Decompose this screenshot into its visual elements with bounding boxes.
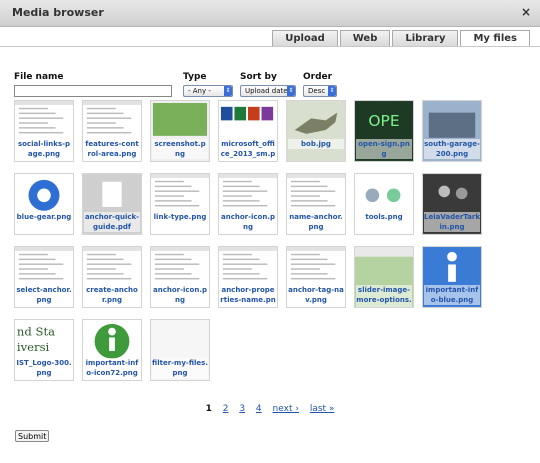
file-name-link[interactable]: blue-gear.png — [16, 212, 72, 222]
file-tile[interactable]: important-info-icon72.png — [82, 319, 142, 381]
file-tile[interactable]: features-control-area.png — [82, 100, 142, 162]
file-tile[interactable]: LeiaVaderTarkin.png — [422, 173, 482, 235]
file-name-link[interactable]: south-garage-200.png — [424, 139, 480, 159]
file-name-link[interactable]: anchor-quick-guide.pdf — [84, 212, 140, 232]
file-thumbnail — [287, 101, 345, 161]
next-page-link[interactable]: next › — [273, 404, 299, 414]
title-bar: Media browser × — [0, 0, 540, 27]
tab-my-files[interactable]: My files — [460, 30, 530, 46]
tab-divider — [0, 46, 540, 47]
file-name-link[interactable]: microsoft_office_2013_sm.png — [220, 139, 276, 161]
pager: 1 2 3 4 next › last » — [0, 404, 540, 414]
file-name-link[interactable]: create-anchor.png — [84, 285, 140, 305]
file-tile[interactable]: select-anchor.png — [14, 246, 74, 308]
file-tile[interactable]: microsoft_office_2013_sm.png — [218, 100, 278, 162]
order-select-value: Desc — [308, 87, 326, 95]
window-title: Media browser — [12, 6, 104, 19]
file-tile[interactable]: anchor-icon.png — [218, 173, 278, 235]
file-name-link[interactable]: open-sign.png — [356, 139, 412, 159]
page-1-link: 1 — [205, 404, 212, 414]
file-tile[interactable]: anchor-quick-guide.pdf — [82, 173, 142, 235]
file-name-link[interactable]: screenshot.png — [152, 139, 208, 159]
file-name-link[interactable]: name-anchor.png — [288, 212, 344, 232]
tab-bar: Upload Web Library My files — [270, 30, 530, 46]
file-tile[interactable]: slider-image-more-options.png — [354, 246, 414, 308]
file-name-link[interactable]: slider-image-more-options.png — [356, 285, 412, 307]
file-tile[interactable]: name-anchor.png — [286, 173, 346, 235]
file-name-link[interactable]: anchor-icon.png — [220, 212, 276, 232]
file-tile[interactable]: create-anchor.png — [82, 246, 142, 308]
file-thumbnail — [15, 174, 73, 234]
file-name-link[interactable]: LeiaVaderTarkin.png — [424, 212, 480, 232]
last-page-link[interactable]: last » — [310, 404, 335, 414]
type-label: Type — [183, 72, 207, 82]
file-name-link[interactable]: bob.jpg — [288, 139, 344, 149]
file-tile[interactable]: bob.jpg — [286, 100, 346, 162]
file-name-link[interactable]: important-info-blue.png — [424, 285, 480, 305]
sort-by-select-value: Upload date — [245, 87, 288, 95]
type-select-value: - Any - — [188, 87, 211, 95]
file-tile[interactable]: nd Sta iversi IST_Logo-300.png — [14, 319, 74, 381]
page-2-link[interactable]: 2 — [223, 404, 229, 414]
close-icon[interactable]: × — [521, 5, 531, 19]
tab-library[interactable]: Library — [392, 30, 459, 46]
file-thumbnail — [151, 174, 209, 234]
file-tile[interactable]: blue-gear.png — [14, 173, 74, 235]
file-tile[interactable]: link-type.png — [150, 173, 210, 235]
file-name-label: File name — [14, 72, 64, 82]
file-tile[interactable]: screenshot.png — [150, 100, 210, 162]
select-arrow-icon: ⇕ — [287, 86, 295, 96]
tab-upload[interactable]: Upload — [272, 30, 338, 46]
file-tile[interactable]: important-info-blue.png — [422, 246, 482, 308]
file-tile[interactable]: anchor-properties-name.png — [218, 246, 278, 308]
sort-by-label: Sort by — [240, 72, 277, 82]
file-tile[interactable]: social-links-page.png — [14, 100, 74, 162]
page-4-link[interactable]: 4 — [256, 404, 262, 414]
file-name-link[interactable]: important-info-icon72.png — [84, 358, 140, 378]
file-tile[interactable]: anchor-icon.png — [150, 246, 210, 308]
type-select[interactable]: - Any - ⇕ — [183, 85, 233, 97]
file-name-link[interactable]: select-anchor.png — [16, 285, 72, 305]
file-name-link[interactable]: features-control-area.png — [84, 139, 140, 159]
page-3-link[interactable]: 3 — [239, 404, 245, 414]
order-label: Order — [303, 72, 333, 82]
file-grid: social-links-page.png features-control-ar… — [14, 100, 524, 392]
svg-text:OPE: OPE — [368, 112, 399, 130]
file-name-link[interactable]: anchor-properties-name.png — [220, 285, 276, 307]
file-name-link[interactable]: link-type.png — [152, 212, 208, 222]
svg-text:iversi: iversi — [17, 340, 50, 354]
file-name-link[interactable]: filter-my-files.png — [152, 358, 208, 378]
tab-web[interactable]: Web — [339, 30, 391, 46]
file-tile[interactable]: OPE open-sign.png — [354, 100, 414, 162]
order-select[interactable]: Desc ⇕ — [303, 85, 337, 97]
file-thumbnail — [355, 174, 413, 234]
svg-text:nd Sta: nd Sta — [17, 325, 55, 339]
select-arrow-icon: ⇕ — [328, 86, 336, 96]
file-name-link[interactable]: anchor-tag-nav.png — [288, 285, 344, 305]
file-name-link[interactable]: social-links-page.png — [16, 139, 72, 159]
submit-button[interactable]: Submit — [15, 430, 50, 442]
file-tile[interactable]: south-garage-200.png — [422, 100, 482, 162]
file-tile[interactable]: filter-my-files.png — [150, 319, 210, 381]
sort-by-select[interactable]: Upload date ⇕ — [240, 85, 296, 97]
select-arrow-icon: ⇕ — [224, 86, 232, 96]
file-name-input[interactable] — [14, 85, 172, 97]
file-name-link[interactable]: IST_Logo-300.png — [16, 358, 72, 378]
file-tile[interactable]: anchor-tag-nav.png — [286, 246, 346, 308]
file-name-link[interactable]: anchor-icon.png — [152, 285, 208, 305]
file-name-link[interactable]: tools.png — [356, 212, 412, 222]
file-tile[interactable]: tools.png — [354, 173, 414, 235]
